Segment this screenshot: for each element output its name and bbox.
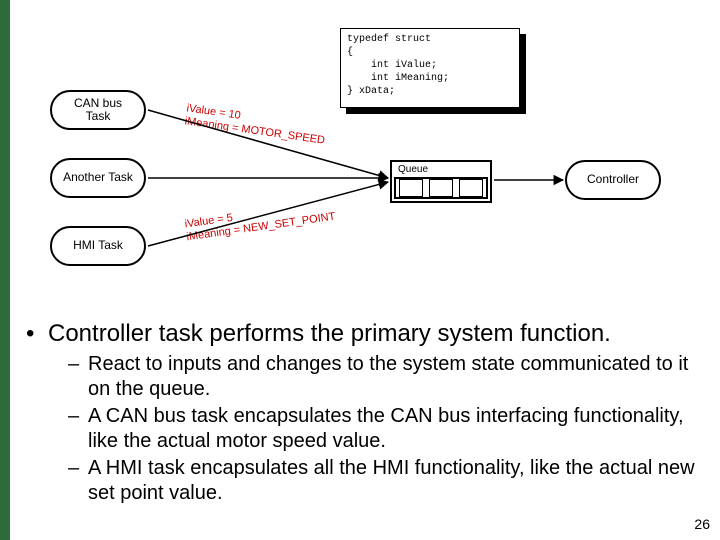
queue-slot bbox=[459, 179, 483, 197]
accent-bar bbox=[0, 0, 10, 540]
task-another-label: Another Task bbox=[63, 171, 133, 184]
queue-slot bbox=[429, 179, 453, 197]
queue-box: Queue bbox=[390, 160, 492, 203]
task-controller: Controller bbox=[565, 160, 661, 200]
task-can-bus-label: CAN bus Task bbox=[74, 97, 122, 123]
bullet-text: Controller task performs the primary sys… bbox=[20, 320, 700, 508]
task-hmi: HMI Task bbox=[50, 226, 146, 266]
edge-label-hmi-to-queue: iValue = 5 iMeaning = NEW_SET_POINT bbox=[184, 198, 336, 244]
bullet-main: Controller task performs the primary sys… bbox=[20, 320, 700, 348]
edge-label-can-to-queue: iValue = 10 iMeaning = MOTOR_SPEED bbox=[184, 102, 327, 147]
bullet-sub: React to inputs and changes to the syste… bbox=[68, 352, 700, 402]
task-can-bus: CAN bus Task bbox=[50, 90, 146, 130]
struct-definition: typedef struct { int iValue; int iMeanin… bbox=[340, 28, 520, 108]
task-another: Another Task bbox=[50, 158, 146, 198]
queue-label: Queue bbox=[394, 164, 488, 177]
diagram-area: typedef struct { int iValue; int iMeanin… bbox=[10, 10, 710, 290]
queue-slots bbox=[394, 177, 488, 199]
task-controller-label: Controller bbox=[587, 173, 639, 186]
queue-slot bbox=[399, 179, 423, 197]
bullet-sub: A CAN bus task encapsulates the CAN bus … bbox=[68, 404, 700, 454]
page-number: 26 bbox=[694, 516, 710, 532]
struct-code: typedef struct { int iValue; int iMeanin… bbox=[340, 28, 520, 108]
task-hmi-label: HMI Task bbox=[73, 239, 123, 252]
bullet-sub: A HMI task encapsulates all the HMI func… bbox=[68, 456, 700, 506]
